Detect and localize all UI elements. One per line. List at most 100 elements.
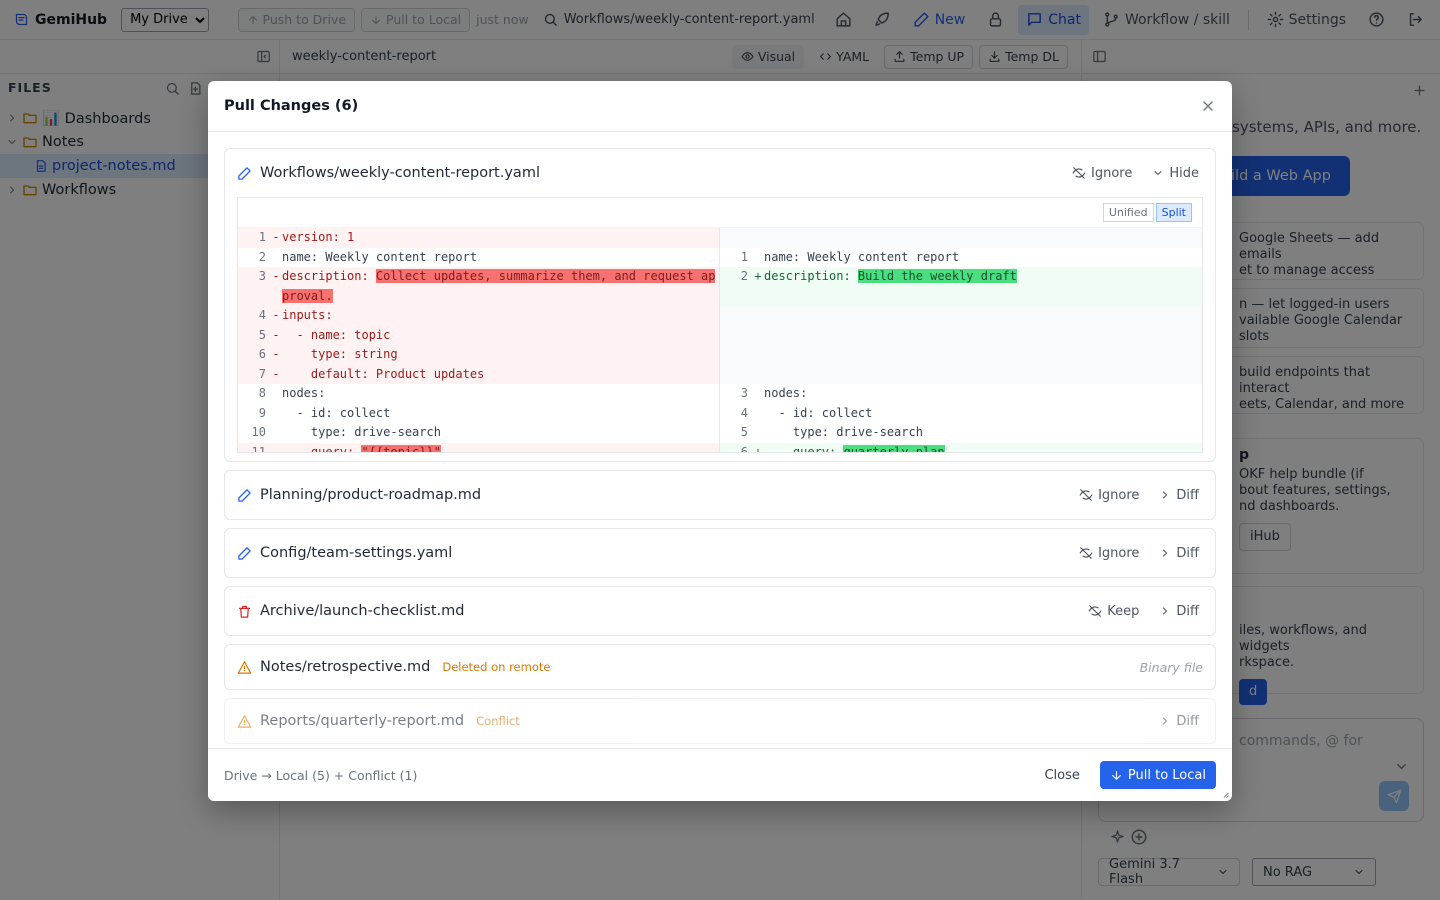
diff-text: query: "{{topic}}" (282, 443, 719, 453)
diff-marker: - (272, 308, 280, 322)
dialog-body: Workflows/weekly-content-report.yaml Ign… (208, 132, 1232, 748)
keep-label: Keep (1107, 603, 1140, 619)
line-number: 9 (258, 405, 266, 420)
diff-marker (752, 423, 764, 443)
arrow-down-icon (1110, 769, 1123, 782)
keep-button[interactable]: Keep (1084, 602, 1143, 621)
eye-off-icon (1088, 604, 1102, 618)
diff-line: 5- - name: topic (238, 325, 719, 346)
resize-handle-icon[interactable] (1220, 789, 1230, 799)
ignore-button[interactable]: Ignore (1075, 544, 1143, 563)
change-item-header: Config/team-settings.yaml Ignore Diff (225, 529, 1215, 577)
pull-to-local-button[interactable]: Pull to Local (1099, 761, 1216, 789)
diff-line (720, 325, 1202, 346)
diff-text: description: Collect updates, summarize … (282, 267, 719, 306)
line-number: 8 (258, 386, 266, 400)
diff-line: 4 - id: collect (720, 404, 1202, 424)
diff-code: query: (282, 444, 362, 453)
show-diff-button[interactable]: Diff (1155, 602, 1203, 621)
line-number (720, 345, 752, 365)
diff-marker: + (754, 444, 762, 453)
diff-marker (270, 248, 282, 268)
diff-code: nodes: (282, 386, 326, 400)
diff-mode-toggle: Unified Split (238, 198, 1202, 228)
close-icon[interactable] (1200, 98, 1216, 114)
change-item: Config/team-settings.yaml Ignore Diff (224, 528, 1216, 578)
diff-code: type: drive-search (764, 425, 923, 439)
change-item-header: Notes/retrospective.md Deleted on remote… (225, 645, 1215, 689)
diff-marker (752, 326, 764, 346)
change-item: Reports/quarterly-report.md Conflict Dif… (224, 698, 1216, 744)
line-number (720, 365, 752, 385)
diff-highlight: Build the weekly draft (857, 269, 1017, 283)
diff-marker (752, 306, 764, 326)
diff-line: 6 + query: quarterly plan (720, 442, 1202, 453)
change-item: Archive/launch-checklist.md Keep Diff (224, 586, 1216, 636)
diff-code: - id: collect (764, 405, 873, 420)
diff-text: name: Weekly content report (764, 248, 1202, 268)
line-number: 11 (251, 444, 266, 453)
chevron-right-icon (1159, 605, 1171, 617)
diff-label: Diff (1176, 713, 1199, 729)
diff-code: type: drive-search (282, 425, 441, 439)
pencil-icon (237, 546, 252, 561)
show-diff-button[interactable]: Diff (1155, 712, 1203, 731)
show-diff-button[interactable]: Diff (1155, 486, 1203, 505)
eye-off-icon (1079, 546, 1093, 560)
diff-marker (270, 404, 282, 424)
diff-marker: + (754, 269, 762, 283)
diff-code: nodes: (764, 386, 808, 400)
diff-text: inputs: (282, 306, 719, 326)
diff-view: Unified Split 1- version: 1 2 name: Weekly … (237, 197, 1203, 453)
unified-toggle[interactable]: Unified (1102, 203, 1154, 222)
diff-marker (752, 228, 764, 248)
diff-text: - id: collect (282, 404, 719, 424)
chevron-right-icon (1159, 547, 1171, 559)
eye-off-icon (1079, 488, 1093, 502)
change-file-name: Workflows/weekly-content-report.yaml (260, 165, 540, 181)
change-item-header: Reports/quarterly-report.md Conflict Dif… (225, 699, 1215, 743)
diff-code: name: Weekly content report (764, 249, 960, 264)
diff-code: query: (764, 444, 844, 453)
change-file-name: Planning/product-roadmap.md (260, 487, 482, 503)
diff-marker (270, 423, 282, 443)
diff-line: 7- default: Product updates (238, 364, 719, 384)
diff-line: 2 name: Weekly content report (238, 248, 719, 268)
change-file-name: Notes/retrospective.md (260, 659, 431, 675)
chevron-right-icon (1159, 715, 1171, 727)
diff-line (720, 306, 1202, 326)
diff-code: - id: collect (282, 405, 391, 420)
ignore-button[interactable]: Ignore (1075, 486, 1143, 505)
line-number: 5 (258, 327, 266, 342)
line-number: 10 (251, 425, 266, 439)
line-number: 1 (258, 230, 266, 244)
diff-text: - name: topic (282, 326, 719, 346)
diff-text: description: Build the weekly draft (764, 267, 1202, 306)
split-toggle[interactable]: Split (1155, 203, 1192, 222)
hide-diff-button[interactable]: Hide (1148, 164, 1203, 183)
diff-line (720, 228, 1202, 248)
diff-line: 1 name: Weekly content report (720, 248, 1202, 268)
diff-text: - id: collect (764, 404, 1202, 424)
show-diff-button[interactable]: Diff (1155, 544, 1203, 563)
diff-text: type: drive-search (764, 423, 1202, 443)
diff-marker: - (272, 444, 280, 453)
line-number (720, 228, 752, 248)
dialog-header: Pull Changes (6) (208, 81, 1232, 132)
ignore-label: Ignore (1091, 165, 1133, 181)
pull-label: Pull to Local (1127, 767, 1206, 783)
diff-right-column: 1 name: Weekly content report 2 + descriptio… (720, 228, 1202, 453)
diff-text: type: string (282, 345, 719, 365)
change-item-header: Planning/product-roadmap.md Ignore Diff (225, 471, 1215, 519)
line-number: 2 (740, 269, 748, 283)
diff-marker (752, 365, 764, 385)
status-badge: Conflict (476, 714, 520, 728)
ignore-label: Ignore (1098, 545, 1140, 561)
diff-line: 3- description: Collect updates, summariz… (238, 267, 719, 306)
diff-marker: - (272, 347, 280, 361)
diff-marker: - (272, 327, 280, 342)
close-button[interactable]: Close (1036, 764, 1087, 787)
ignore-button[interactable]: Ignore (1068, 164, 1136, 183)
diff-line (720, 364, 1202, 385)
change-item: Workflows/weekly-content-report.yaml Ign… (224, 148, 1216, 462)
